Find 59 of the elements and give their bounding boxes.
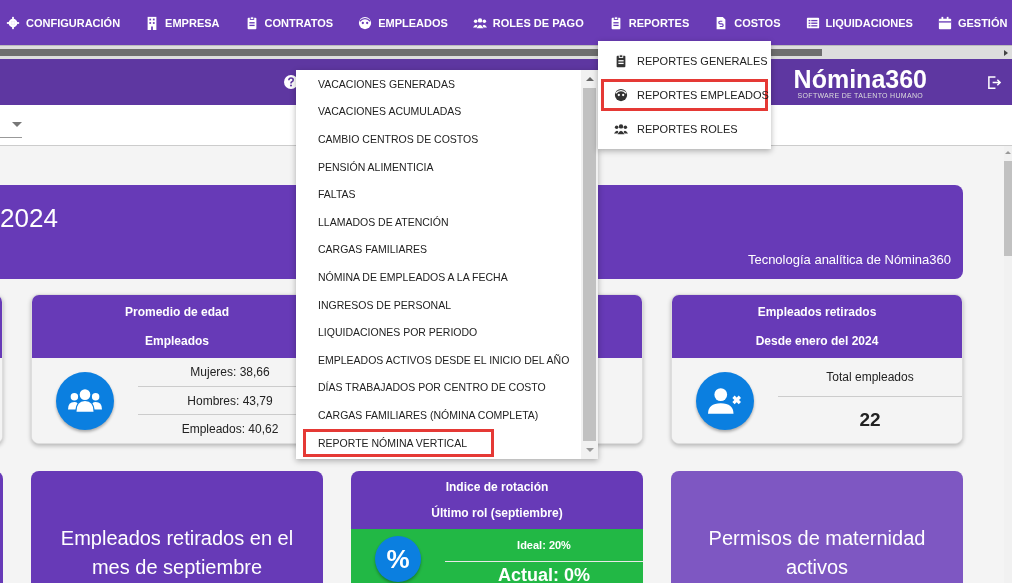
scroll-right-arrow-icon[interactable]	[1002, 48, 1010, 57]
people-icon	[472, 15, 487, 30]
scroll-up-arrow-icon[interactable]	[585, 76, 594, 82]
nav-menu-item[interactable]: COSTOS	[714, 15, 781, 30]
banner-subtitle: Tecnología analítica de Nómina360	[747, 252, 951, 267]
nav-menu-item[interactable]: CONTRATOS	[244, 15, 334, 30]
clipboard-icon	[614, 54, 628, 68]
dropdown-item[interactable]: INGRESOS DE PERSONAL	[303, 290, 467, 319]
card-title: Empleados retirados	[757, 305, 877, 320]
ideal-text: Ideal: 20%	[445, 529, 643, 562]
caret-icon	[12, 121, 22, 128]
card-subtitle: Desde enero del 2024	[755, 333, 879, 348]
people-icon	[56, 371, 114, 430]
dropdown-item[interactable]: CAMBIO CENTROS DE COSTOS	[303, 125, 494, 153]
dropdown-item[interactable]: CARGAS FAMILIARES	[303, 235, 443, 264]
dropdown-item[interactable]: VACACIONES GENERADAS	[303, 69, 470, 98]
logo-text: Nómina360	[793, 65, 927, 92]
list-icon	[805, 15, 820, 30]
stat-value: 22	[778, 396, 962, 443]
submenu-item[interactable]: REPORTES ROLES	[601, 113, 768, 145]
nav-menu-item[interactable]: CONFIGURACIÓN	[6, 15, 121, 30]
dropdown-item[interactable]: VACACIONES ACUMULADAS	[303, 97, 477, 126]
dropdown-item[interactable]: REPORTE NÓMINA VERTICAL	[303, 428, 494, 457]
dropdown-scrollbar[interactable]	[581, 70, 598, 459]
dropdown-item[interactable]: LLAMADOS DE ATENCIÓN	[303, 207, 464, 236]
face-icon	[358, 15, 373, 30]
submenu-item[interactable]: REPORTES GENERALES	[601, 45, 768, 77]
stat-label: Total empleados	[825, 369, 915, 387]
card-text: Empleados retirados en el mes de septiembre	[59, 526, 295, 580]
dropdown-item[interactable]: LIQUIDACIONES POR PERIODO	[303, 318, 493, 347]
face-icon	[614, 88, 628, 102]
banner-title: 2024	[0, 203, 58, 234]
logout-icon[interactable]	[987, 74, 1002, 90]
scrollbar-thumb[interactable]	[583, 88, 596, 441]
nav-menu-item[interactable]: REPORTES	[608, 15, 690, 30]
nav-menu-item[interactable]: ROLES DE PAGO	[472, 15, 584, 30]
nav-menu-item[interactable]: EMPRESA	[145, 15, 220, 30]
card-title: Indice de rotación	[445, 480, 549, 494]
nav-menu-item[interactable]: EMPLEADOS	[358, 15, 448, 30]
dropdown-item[interactable]: EMPLEADOS ACTIVOS DESDE EL INICIO DEL AÑO	[303, 345, 585, 374]
nav-menu-item[interactable]: GESTIÓN	[937, 15, 1008, 30]
dropdown-item[interactable]: FALTAS	[303, 180, 371, 209]
stat-text: Mujeres: 38,66	[189, 363, 271, 381]
user-remove-icon	[696, 371, 754, 430]
gear-icon	[6, 15, 20, 30]
scrollbar-thumb[interactable]	[1004, 161, 1012, 256]
card-text: Permisos de maternidad activos	[707, 526, 927, 580]
card-subtitle: Empleados	[145, 333, 209, 348]
card-subtitle: Último rol (septiembre)	[431, 506, 563, 520]
scroll-up-arrow-icon[interactable]	[1005, 150, 1011, 155]
calendar-icon	[937, 15, 952, 30]
card-title: Promedio de edad	[125, 305, 229, 320]
scroll-down-arrow-icon[interactable]	[585, 447, 594, 453]
percent-symbol: %	[386, 543, 410, 575]
people-icon	[614, 122, 628, 136]
dropdown-item[interactable]: PENSIÓN ALIMENTICIA	[303, 152, 449, 181]
actual-text: Actual: 0%	[497, 564, 591, 583]
dropdown-item[interactable]: NÓMINA DE EMPLEADOS A LA FECHA	[303, 262, 523, 291]
nav-menu-item[interactable]: LIQUIDACIONES	[805, 15, 913, 30]
